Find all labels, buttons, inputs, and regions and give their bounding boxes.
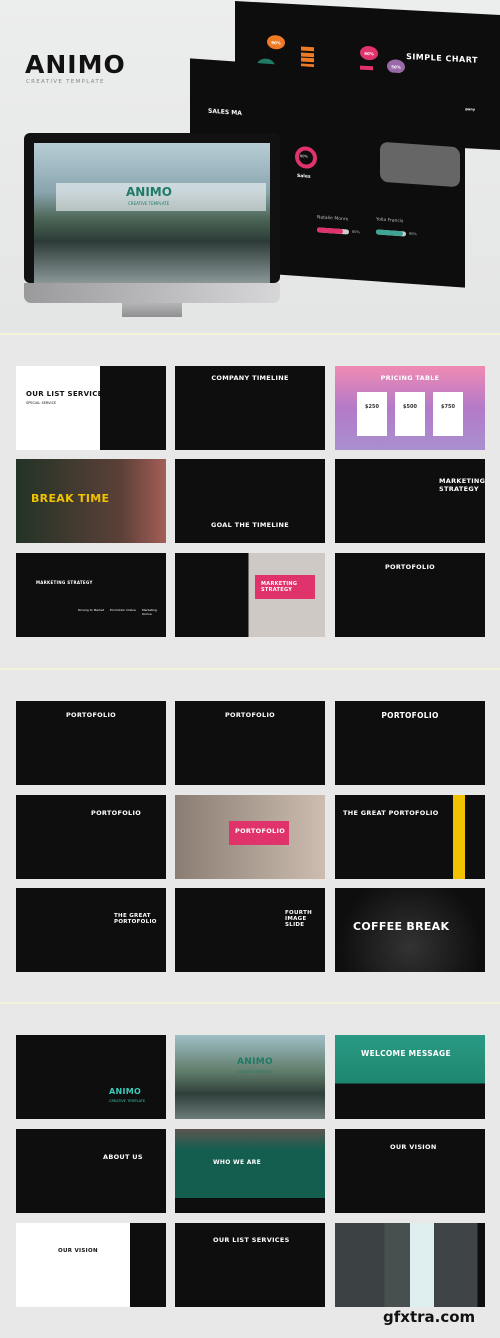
slide-title: OUR VISION — [390, 1143, 437, 1151]
slide-title: PORTOFOLIO — [65, 711, 116, 719]
slide-thumbnail[interactable]: THE GREAT PORTOFOLIO — [16, 888, 166, 972]
slide-thumbnail[interactable]: OUR LIST SERVICES — [175, 1223, 325, 1307]
donut-value: 80% — [300, 154, 308, 159]
slide-thumbnail[interactable]: ABOUT US — [16, 1129, 166, 1213]
slide-thumbnail[interactable]: MARKETING STRATEGY — [335, 459, 485, 543]
slide-title: MARKETING STRATEGY — [36, 580, 93, 585]
slide-thumbnail[interactable]: THE GREAT PORTOFOLIO — [335, 795, 485, 879]
monitor-chin — [24, 283, 280, 303]
slide-title: ANIMO — [237, 1057, 273, 1067]
slide-thumbnail[interactable]: WHO WE ARE — [175, 1129, 325, 1213]
slide-title: PORTOFOLIO — [91, 809, 142, 817]
slide-thumbnail[interactable]: PORTOFOLIO — [16, 795, 166, 879]
slide-title: FOURTH IMAGE SLIDE — [285, 910, 313, 928]
slide-thumbnail[interactable]: OUR VISION — [16, 1223, 166, 1307]
slide-title: ANIMO — [109, 1087, 142, 1096]
accent-bar — [453, 795, 465, 879]
slide-title: OUR LIST SERVICES — [213, 1236, 290, 1244]
monitor: ANIMO CREATIVE TEMPLATE — [24, 133, 280, 283]
slide-title: ABOUT US — [103, 1153, 143, 1161]
slide-thumbnail[interactable]: BREAK TIME — [16, 459, 166, 543]
hero-banner: ANIMO CREATIVE TEMPLATE SIMPLE CHART 90%… — [0, 0, 500, 333]
slide-thumbnail[interactable]: PORTOFOLIO — [335, 553, 485, 637]
price-card: $750 — [433, 392, 463, 436]
monitor-stand — [122, 303, 182, 317]
slide-thumbnail[interactable] — [335, 1223, 485, 1307]
slide-title: WELCOME MESSAGE — [361, 1049, 451, 1058]
price-value: $250 — [365, 404, 379, 410]
image-caption: Driving to Market — [78, 608, 105, 612]
person-name-1: Natalie Monre — [317, 215, 349, 223]
slide-thumbnail[interactable]: PRICING TABLE $250 $500 $750 — [335, 366, 485, 450]
bubble-90: 90% — [267, 34, 285, 50]
person-name-2: Yolla Francis — [376, 217, 404, 225]
monitor-screen: ANIMO CREATIVE TEMPLATE — [34, 143, 270, 283]
slide-title: PORTOFOLIO — [384, 563, 435, 571]
slide-title: COMPANY TIMELINE — [211, 374, 289, 382]
sales-title: SALES MA — [208, 107, 242, 118]
map-shape — [380, 141, 460, 188]
slide-title: PORTOFOLIO — [224, 711, 275, 719]
slide-thumbnail[interactable]: PORTOFOLIO — [335, 701, 485, 785]
screen-subtitle: CREATIVE TEMPLATE — [128, 201, 170, 206]
watermark: gfxtra.com — [383, 1308, 476, 1326]
bubble-60: 60% — [360, 45, 378, 61]
slide-thumbnail[interactable]: FOURTH IMAGE SLIDE — [175, 888, 325, 972]
slide-title: OUR VISION — [58, 1248, 98, 1254]
slide-thumbnail[interactable]: GOAL THE TIMELINE — [175, 459, 325, 543]
progress-bar-2 — [376, 229, 406, 237]
slide-title: WHO WE ARE — [213, 1159, 261, 1166]
slide-thumbnail[interactable]: PORTOFOLIO — [16, 701, 166, 785]
slide-thumbnail[interactable]: OUR LIST SERVICE SPECIAL SERVICE — [16, 366, 166, 450]
section-divider — [0, 333, 500, 335]
slide-title: THE GREAT PORTOFOLIO — [343, 809, 439, 817]
price-card: $500 — [395, 392, 425, 436]
progress-bar-1 — [317, 227, 349, 235]
slide-title: OUR LIST SERVICE — [26, 390, 103, 398]
slide-subtitle: CREATIVE TEMPLATE — [237, 1070, 274, 1074]
donut-label: Sales — [297, 173, 311, 180]
slide-title: PRICING TABLE — [380, 374, 440, 382]
price-value: $750 — [441, 404, 455, 410]
brand-subtitle: CREATIVE TEMPLATE — [26, 79, 105, 85]
slide-thumbnail[interactable]: PORTOFOLIO — [175, 701, 325, 785]
image-caption: Promotion Online — [110, 608, 136, 612]
slide-title: MARKETING STRATEGY — [439, 477, 485, 493]
slide-title: PORTOFOLIO — [381, 711, 439, 720]
slide-title: THE GREAT PORTOFOLIO — [114, 913, 157, 925]
brand-title: ANIMO — [25, 50, 126, 79]
slide-subtitle: CREATIVE TEMPLATE — [109, 1099, 146, 1103]
slide-title: COFFEE BREAK — [353, 920, 450, 933]
slide-title: PORTOFOLIO — [235, 827, 286, 835]
simple-chart-title: SIMPLE CHART — [406, 52, 478, 65]
section-divider — [0, 668, 500, 670]
slide-thumbnail[interactable]: MARKETING STRATEGY — [175, 553, 325, 637]
screen-title: ANIMO — [126, 185, 172, 199]
progress-value-1: 80% — [352, 229, 360, 235]
slide-thumbnail[interactable]: ANIMO CREATIVE TEMPLATE — [16, 1035, 166, 1119]
progress-value-2: 90% — [409, 231, 417, 237]
price-value: $500 — [403, 404, 417, 410]
section-divider — [0, 1002, 500, 1004]
price-card: $250 — [357, 392, 387, 436]
slide-thumbnail[interactable]: COFFEE BREAK — [335, 888, 485, 972]
slide-title: BREAK TIME — [31, 492, 110, 505]
slide-thumbnail[interactable]: ANIMO CREATIVE TEMPLATE — [175, 1035, 325, 1119]
slide-thumbnail[interactable]: COMPANY TIMELINE — [175, 366, 325, 450]
slide-thumbnail[interactable]: OUR VISION — [335, 1129, 485, 1213]
image-caption: Marketing Online — [142, 608, 157, 616]
slide-title: MARKETING STRATEGY — [261, 581, 298, 593]
slide-thumbnail[interactable]: PORTOFOLIO — [175, 795, 325, 879]
slide-title: GOAL THE TIMELINE — [211, 521, 289, 529]
slide-subtitle: SPECIAL SERVICE — [26, 401, 57, 405]
slide-thumbnail[interactable]: WELCOME MESSAGE — [335, 1035, 485, 1119]
slide-thumbnail[interactable]: MARKETING STRATEGY Driving to Market Promo… — [16, 553, 166, 637]
